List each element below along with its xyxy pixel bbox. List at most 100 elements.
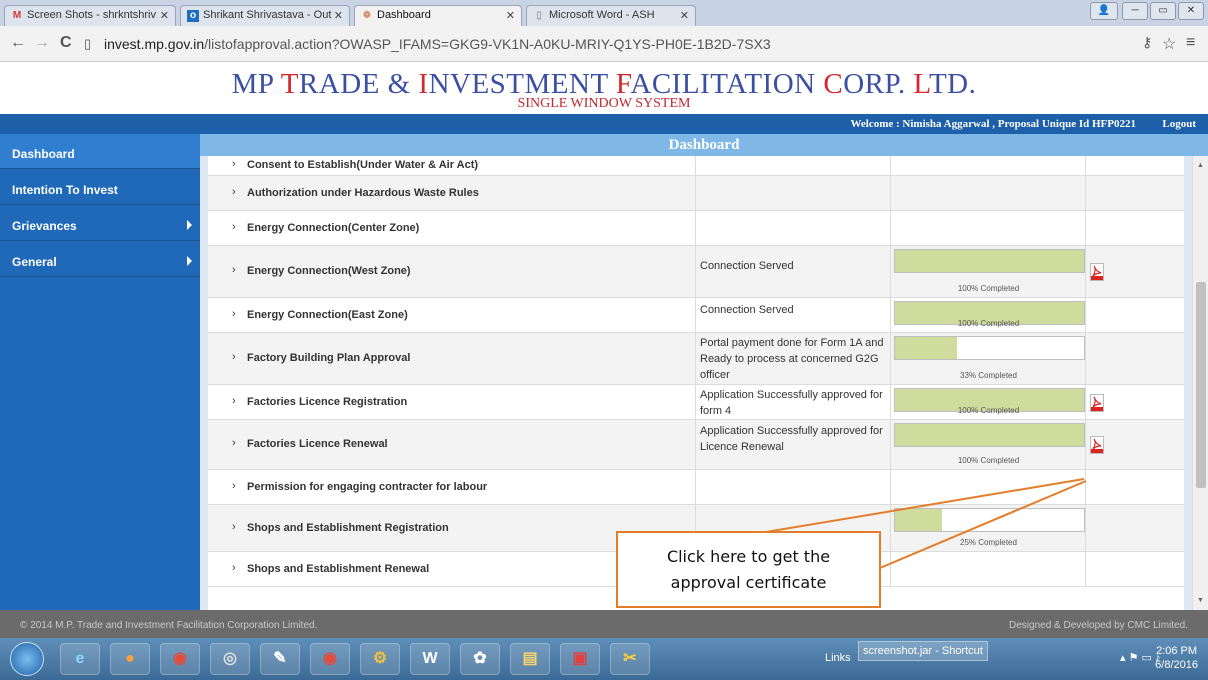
progress-cell: 100% Completed bbox=[891, 298, 1086, 332]
paint-icon[interactable]: ✿ bbox=[460, 643, 500, 675]
scrollbar[interactable]: ▲ ▼ bbox=[1192, 156, 1208, 610]
status-cell: Application Successfully approved for fo… bbox=[696, 385, 891, 419]
tab-outlook[interactable]: o Shrikant Shrivastava - Out ✕ bbox=[180, 5, 350, 26]
tab-word[interactable]: ▯ Microsoft Word - ASH ✕ bbox=[526, 5, 696, 26]
progress-fill bbox=[895, 337, 958, 359]
scroll-down-icon[interactable]: ▼ bbox=[1197, 597, 1204, 604]
maximize-button[interactable]: ▭ bbox=[1150, 2, 1176, 20]
approval-name-cell[interactable]: › Consent to Establish(Under Water & Air … bbox=[208, 156, 696, 175]
scroll-thumb[interactable] bbox=[1196, 282, 1206, 488]
sidebar: Dashboard Intention To Invest Grievances… bbox=[0, 134, 200, 610]
taskbar-shortcut[interactable]: screenshot.jar - Shortcut bbox=[858, 641, 988, 661]
close-icon[interactable]: ✕ bbox=[680, 9, 689, 22]
approval-name-cell[interactable]: › Permission for engaging contracter for … bbox=[208, 470, 696, 504]
status-text bbox=[700, 176, 890, 188]
key-icon[interactable]: ⚷ bbox=[1142, 34, 1152, 51]
pdf-cell bbox=[1086, 333, 1184, 384]
approval-name[interactable]: Authorization under Hazardous Waste Rule… bbox=[247, 187, 479, 199]
table-row[interactable]: › Energy Connection(West Zone) Connection … bbox=[208, 246, 1184, 298]
approval-name-cell[interactable]: › Energy Connection(East Zone) bbox=[208, 298, 696, 332]
firefox-icon[interactable]: ● bbox=[110, 643, 150, 675]
star-icon[interactable]: ☆ bbox=[1162, 34, 1176, 54]
progress-cell bbox=[891, 156, 1086, 175]
minimize-button[interactable]: ─ bbox=[1122, 2, 1148, 20]
site-footer: © 2014 M.P. Trade and Investment Facilit… bbox=[0, 610, 1208, 638]
approval-name[interactable]: Energy Connection(Center Zone) bbox=[247, 222, 419, 234]
approval-name-cell[interactable]: › Energy Connection(West Zone) bbox=[208, 246, 696, 297]
snipping-tool-icon[interactable]: ✂ bbox=[610, 643, 650, 675]
forward-icon[interactable]: → bbox=[34, 34, 50, 52]
progress-fill bbox=[895, 424, 1084, 446]
approval-name-cell[interactable]: › Energy Connection(Center Zone) bbox=[208, 211, 696, 245]
approval-name-cell[interactable]: › Factories Licence Renewal bbox=[208, 420, 696, 469]
menu-icon[interactable]: ≡ bbox=[1186, 34, 1195, 52]
clock[interactable]: 2:06 PM 6/8/2016 bbox=[1155, 644, 1198, 672]
back-icon[interactable]: ← bbox=[10, 34, 26, 52]
chevron-right-icon bbox=[187, 256, 192, 266]
chevron-right-icon: › bbox=[232, 351, 236, 363]
approval-name[interactable]: Permission for engaging contracter for l… bbox=[247, 481, 487, 493]
approval-name[interactable]: Energy Connection(East Zone) bbox=[247, 309, 408, 321]
start-button[interactable] bbox=[10, 642, 44, 676]
sidebar-item-dashboard[interactable]: Dashboard bbox=[0, 134, 200, 169]
folder-icon[interactable]: ▤ bbox=[510, 643, 550, 675]
progress-bar bbox=[894, 508, 1085, 532]
url-field[interactable]: invest.mp.gov.in/listofapproval.action?O… bbox=[104, 36, 771, 52]
pdf-icon[interactable] bbox=[1090, 436, 1104, 454]
table-row[interactable]: › Factory Building Plan Approval Portal pa… bbox=[208, 333, 1184, 385]
sidebar-item-general[interactable]: General bbox=[0, 242, 200, 277]
callout-line-2: approval certificate bbox=[670, 573, 827, 592]
close-icon[interactable]: ✕ bbox=[506, 9, 515, 22]
close-icon[interactable]: ✕ bbox=[160, 9, 169, 22]
table-row[interactable]: › Factories Licence Renewal Application Su… bbox=[208, 420, 1184, 470]
status-cell bbox=[696, 470, 891, 504]
sidebar-item-grievances[interactable]: Grievances bbox=[0, 206, 200, 241]
progress-label: 25% Completed bbox=[960, 538, 1017, 547]
links-toolbar[interactable]: Links bbox=[825, 652, 851, 664]
app-icon[interactable]: ◎ bbox=[210, 643, 250, 675]
close-icon[interactable]: ✕ bbox=[334, 9, 343, 22]
callout-line-1: Click here to get the bbox=[666, 547, 831, 566]
table-row[interactable]: › Consent to Establish(Under Water & Air … bbox=[208, 156, 1184, 176]
sidebar-item-intention-to-invest[interactable]: Intention To Invest bbox=[0, 170, 200, 205]
close-window-button[interactable]: ✕ bbox=[1178, 2, 1204, 20]
profile-icon[interactable]: 👤 bbox=[1090, 2, 1118, 20]
table-row[interactable]: › Energy Connection(East Zone) Connection … bbox=[208, 298, 1184, 333]
chevron-right-icon: › bbox=[232, 185, 236, 198]
chrome-icon[interactable]: ◉ bbox=[310, 643, 350, 675]
chevron-right-icon bbox=[187, 220, 192, 230]
reload-icon[interactable]: C bbox=[60, 34, 72, 52]
progress-label: 100% Completed bbox=[957, 456, 1020, 465]
table-row[interactable]: › Factories Licence Registration Applicati… bbox=[208, 385, 1184, 420]
approval-name[interactable]: Shops and Establishment Renewal bbox=[247, 563, 429, 575]
approval-name-cell[interactable]: › Authorization under Hazardous Waste Rul… bbox=[208, 176, 696, 210]
approval-name[interactable]: Shops and Establishment Registration bbox=[247, 522, 449, 534]
tab-dashboard[interactable]: ❁ Dashboard ✕ bbox=[354, 5, 522, 26]
table-row[interactable]: › Permission for engaging contracter for … bbox=[208, 470, 1184, 505]
internet-explorer-icon[interactable]: e bbox=[60, 643, 100, 675]
progress-label: 100% Completed bbox=[957, 319, 1020, 328]
approval-name[interactable]: Consent to Establish(Under Water & Air A… bbox=[247, 159, 478, 171]
approval-name[interactable]: Factories Licence Registration bbox=[247, 396, 407, 408]
pdf-icon[interactable] bbox=[1090, 263, 1104, 281]
pdf-icon[interactable] bbox=[1090, 393, 1104, 412]
approval-name-cell[interactable]: › Factories Licence Registration bbox=[208, 385, 696, 419]
tab-gmail[interactable]: M Screen Shots - shrkntshriv ✕ bbox=[4, 5, 176, 26]
scroll-up-icon[interactable]: ▲ bbox=[1197, 162, 1204, 169]
table-row[interactable]: › Energy Connection(Center Zone) bbox=[208, 211, 1184, 246]
notepad-icon[interactable]: ✎ bbox=[260, 643, 300, 675]
status-cell: Portal payment done for Form 1A and Read… bbox=[696, 333, 891, 384]
progress-label: 100% Completed bbox=[957, 284, 1020, 293]
progress-label: 33% Completed bbox=[960, 371, 1017, 380]
approval-name[interactable]: Factory Building Plan Approval bbox=[247, 352, 410, 364]
table-row[interactable]: › Authorization under Hazardous Waste Rul… bbox=[208, 176, 1184, 211]
approval-name-cell[interactable]: › Factory Building Plan Approval bbox=[208, 333, 696, 384]
logout-link[interactable]: Logout bbox=[1162, 118, 1196, 130]
approval-name[interactable]: Factories Licence Renewal bbox=[247, 438, 388, 450]
approval-name[interactable]: Energy Connection(West Zone) bbox=[247, 265, 411, 277]
pdf-app-icon[interactable]: ▣ bbox=[560, 643, 600, 675]
word-icon[interactable]: W bbox=[410, 643, 450, 675]
java-settings-icon[interactable]: ⚙ bbox=[360, 643, 400, 675]
chrome-icon[interactable]: ◉ bbox=[160, 643, 200, 675]
status-cell: Connection Served bbox=[696, 298, 891, 332]
